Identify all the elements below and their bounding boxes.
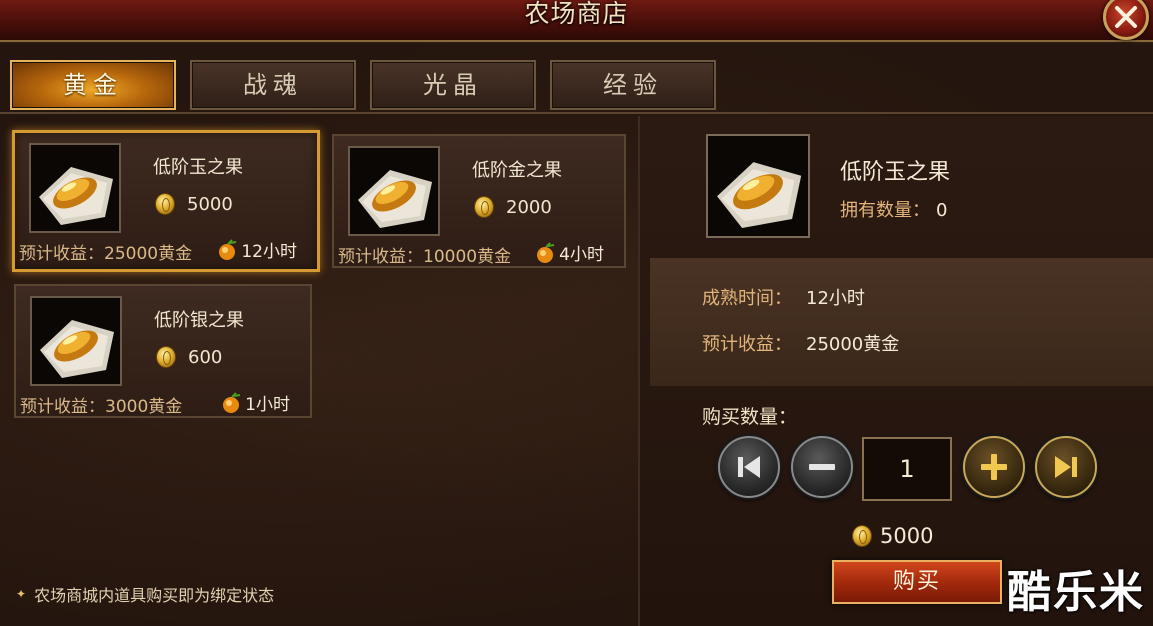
item-time-value: 4小时 [559,245,604,265]
item-name: 低阶玉之果 [153,157,243,178]
fruit-seed-icon [39,167,113,225]
mature-time-label: 成熟时间： [702,288,792,309]
watermark: 酷乐米 [1007,567,1145,618]
tab-experience[interactable]: 经验 [550,60,716,110]
plus-icon [981,454,1007,480]
gold-coin-icon [852,525,872,547]
close-button[interactable] [1103,0,1149,40]
quantity-decrease-button[interactable] [791,436,853,498]
owned-count: 拥有数量： 0 [840,196,947,222]
quantity-increase-button[interactable] [963,436,1025,498]
item-thumbnail [348,146,440,236]
item-time-value: 12小时 [241,242,297,262]
item-income: 预计收益：3000黄金 [20,397,183,417]
notice-text: 农场商城内道具购买即为绑定状态 [34,586,275,605]
item-income: 预计收益：25000黄金 [19,244,193,264]
item-name: 低阶银之果 [154,310,244,331]
sparkle-icon: ✦ [16,587,27,601]
fruit-icon [221,391,243,414]
item-thumbnail [29,143,121,233]
total-cost: 5000 [852,524,933,548]
item-price: 2000 [474,196,552,218]
item-grow-time: 12小时 [217,237,297,262]
gold-coin-icon [156,346,176,368]
item-price-value: 600 [188,346,223,368]
quantity-input[interactable]: 1 [862,437,952,501]
farm-shop-window: 农场商店 黄金 战魂 光晶 经验 低阶玉之果 5000 预计收益：25000黄金… [0,0,1153,626]
item-detail-panel: 低阶玉之果 拥有数量： 0 成熟时间： 12小时 预计收益： 25000黄金 购买数量… [638,116,1153,626]
buy-button[interactable]: 购买 [832,560,1002,604]
bind-notice: ✦ 农场商城内道具购买即为绑定状态 [16,582,274,606]
skip-first-icon [738,456,760,478]
item-price: 5000 [155,193,233,215]
fruit-icon [535,241,557,264]
owned-label: 拥有数量： [840,200,930,221]
close-icon [1115,6,1137,28]
fruit-seed-icon [40,320,114,378]
window-title: 农场商店 [524,0,629,28]
fruit-seed-icon [717,162,802,229]
item-price-value: 5000 [187,193,233,215]
income-value: 25000黄金 [806,334,900,355]
tab-light-crystal[interactable]: 光晶 [370,60,536,110]
tab-divider [0,112,1153,114]
income-row: 预计收益： 25000黄金 [702,330,899,356]
tab-war-soul[interactable]: 战魂 [190,60,356,110]
total-cost-value: 5000 [880,524,934,548]
detail-info-box: 成熟时间： 12小时 预计收益： 25000黄金 [650,258,1153,386]
owned-value: 0 [936,200,948,221]
shop-item-silver-fruit[interactable]: 低阶银之果 600 预计收益：3000黄金 1小时 [14,284,312,418]
item-name: 低阶金之果 [472,160,562,181]
detail-thumbnail [706,134,810,238]
item-grow-time: 4小时 [535,240,604,265]
shop-item-gold-fruit[interactable]: 低阶金之果 2000 预计收益：10000黄金 4小时 [332,134,626,268]
item-income: 预计收益：10000黄金 [338,247,512,267]
item-price: 600 [156,346,222,368]
title-bar: 农场商店 [0,0,1153,42]
gold-coin-icon [155,193,175,215]
fruit-icon [217,238,239,261]
detail-item-name: 低阶玉之果 [840,160,951,185]
item-time-value: 1小时 [245,395,290,415]
item-thumbnail [30,296,122,386]
shop-item-jade-fruit[interactable]: 低阶玉之果 5000 预计收益：25000黄金 12小时 [12,130,320,272]
quantity-label: 购买数量： [702,406,798,428]
item-grow-time: 1小时 [221,390,290,415]
quantity-min-button[interactable] [718,436,780,498]
mature-time-row: 成熟时间： 12小时 [702,284,865,310]
tab-gold[interactable]: 黄金 [10,60,176,110]
skip-last-icon [1055,456,1077,478]
item-price-value: 2000 [506,196,552,218]
quantity-max-button[interactable] [1035,436,1097,498]
income-label: 预计收益： [702,334,792,355]
fruit-seed-icon [358,170,432,228]
mature-time-value: 12小时 [806,288,865,309]
minus-icon [809,464,835,470]
gold-coin-icon [474,196,494,218]
